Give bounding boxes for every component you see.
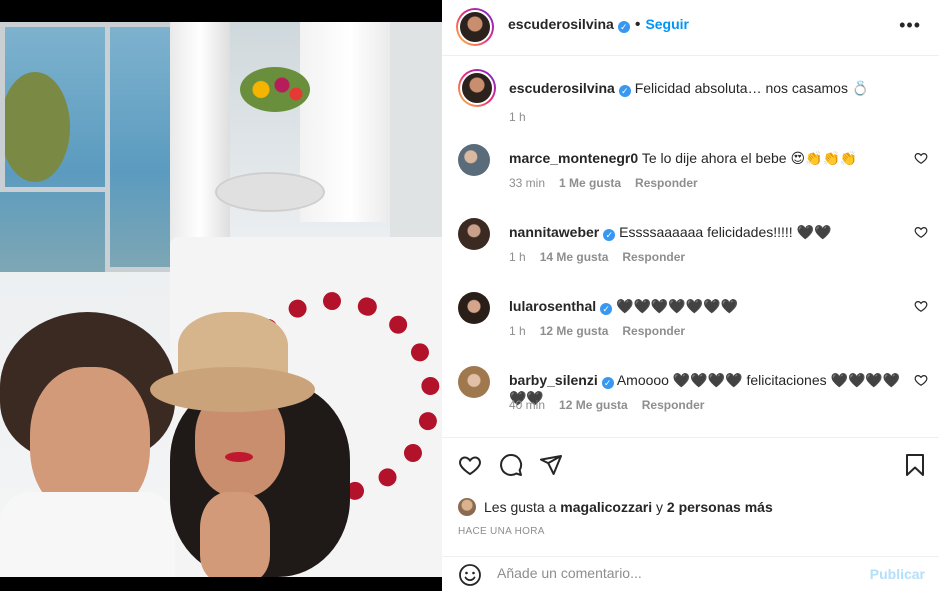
comment-username[interactable]: nannitaweber	[509, 224, 599, 240]
comment-like-heart-icon[interactable]	[914, 225, 928, 239]
comment-username[interactable]: lularosenthal	[509, 298, 596, 314]
commenter-avatar[interactable]	[458, 366, 490, 398]
reply-button[interactable]: Responder	[642, 398, 705, 412]
header-user-line: escuderosilvina ✓ • Seguir	[508, 16, 689, 34]
post-side-panel: escuderosilvina ✓ • Seguir ••• escuderosilv…	[442, 0, 939, 591]
comment-text: 🖤🖤🖤🖤🖤🖤🖤	[616, 298, 739, 314]
liker-avatar	[458, 498, 476, 516]
comment-likes-count[interactable]: 1 Me gusta	[559, 176, 621, 190]
likes-prefix: Les gusta a	[484, 499, 557, 515]
comment-like-heart-icon[interactable]	[914, 151, 928, 165]
author-avatar[interactable]	[456, 8, 494, 46]
photo-woman-smile	[225, 452, 253, 462]
emoji-icon[interactable]	[458, 563, 482, 587]
photo-hat-brim	[150, 367, 315, 412]
post-photo[interactable]	[0, 22, 442, 577]
comment-like-heart-icon[interactable]	[914, 299, 928, 313]
reply-button[interactable]: Responder	[635, 176, 698, 190]
verified-badge-icon: ✓	[601, 377, 614, 389]
comment-likes-count[interactable]: 12 Me gusta	[540, 324, 609, 338]
heart-icon[interactable]	[458, 453, 482, 477]
commenter-avatar[interactable]	[458, 292, 490, 324]
comment-time[interactable]: 1 h	[509, 250, 526, 264]
comment-time[interactable]: 1 h	[509, 324, 526, 338]
reply-button[interactable]: Responder	[622, 250, 685, 264]
header-separator: •	[634, 16, 641, 33]
follow-button[interactable]: Seguir	[645, 16, 689, 32]
verified-badge-icon: ✓	[600, 303, 613, 315]
publish-button[interactable]: Publicar	[870, 566, 925, 582]
comment-text: Essssaaaaaa felicidades!!!!! 🖤🖤	[619, 224, 832, 240]
bookmark-icon[interactable]	[904, 453, 926, 477]
verified-badge-icon: ✓	[617, 21, 630, 33]
comment-like-heart-icon[interactable]	[914, 373, 928, 387]
liker-username[interactable]: magalicozzari	[560, 499, 652, 515]
instagram-post-modal: escuderosilvina ✓ • Seguir ••• escuderosilv…	[0, 0, 939, 591]
comment-username[interactable]: barby_silenzi	[509, 372, 598, 388]
reply-button[interactable]: Responder	[622, 324, 685, 338]
comment-likes-count[interactable]: 12 Me gusta	[559, 398, 628, 412]
commenter-avatar[interactable]	[458, 144, 490, 176]
comment-time[interactable]: 40 min	[509, 398, 545, 412]
comment-icon[interactable]	[499, 453, 523, 477]
verified-badge-icon: ✓	[603, 229, 616, 241]
verified-badge-icon: ✓	[618, 85, 631, 97]
commenter-avatar[interactable]	[458, 218, 490, 250]
comment-meta: 1 h 14 Me gusta Responder	[509, 250, 685, 264]
paper-plane-icon[interactable]	[539, 453, 563, 477]
caption-time[interactable]: 1 h	[509, 110, 526, 124]
comments-section[interactable]: escuderosilvina ✓ Felicidad absoluta… nos…	[442, 57, 939, 437]
comment-meta: 40 min 12 Me gusta Responder	[509, 398, 704, 412]
caption-item: escuderosilvina ✓ Felicidad absoluta… nos…	[458, 69, 928, 129]
caption-author-avatar[interactable]	[458, 69, 496, 107]
photo-side-table	[215, 172, 325, 212]
likes-summary[interactable]: Les gusta a magalicozzari y 2 personas m…	[458, 498, 773, 516]
comment-time[interactable]: 33 min	[509, 176, 545, 190]
caption-text-line: escuderosilvina ✓ Felicidad absoluta… nos…	[509, 79, 909, 97]
photo-window-frame	[0, 22, 110, 192]
comment-item: marce_montenegr0 Te lo dije ahora el beb…	[458, 143, 928, 203]
comment-username[interactable]: marce_montenegr0	[509, 150, 638, 166]
comment-text: Te lo dije ahora el bebe 😍👏👏👏	[641, 150, 858, 166]
likes-others[interactable]: 2 personas más	[667, 499, 773, 515]
comment-meta: 1 h 12 Me gusta Responder	[509, 324, 685, 338]
comment-input[interactable]	[497, 565, 857, 581]
author-username[interactable]: escuderosilvina	[508, 16, 614, 32]
likes-joiner: y	[656, 499, 663, 515]
more-options-icon[interactable]: •••	[899, 15, 921, 36]
comment-text-line: nannitaweber ✓ Essssaaaaaa felicidades!!!…	[509, 223, 909, 241]
comment-likes-count[interactable]: 14 Me gusta	[540, 250, 609, 264]
comment-item: nannitaweber ✓ Essssaaaaaa felicidades!!!…	[458, 217, 928, 277]
caption-username[interactable]: escuderosilvina	[509, 80, 615, 96]
comment-text-line: marce_montenegr0 Te lo dije ahora el beb…	[509, 149, 909, 167]
post-timestamp[interactable]: HACE UNA HORA	[458, 526, 545, 537]
comment-meta: 33 min 1 Me gusta Responder	[509, 176, 698, 190]
photo-man-shirt	[0, 492, 175, 577]
post-photo-container	[0, 0, 442, 591]
comment-text-line: lularosenthal ✓ 🖤🖤🖤🖤🖤🖤🖤	[509, 297, 909, 315]
caption-text: Felicidad absoluta… nos casamos 💍	[634, 80, 870, 96]
post-actions: Les gusta a magalicozzari y 2 personas m…	[442, 437, 939, 555]
photo-ring-hand	[200, 492, 270, 577]
comment-item: lularosenthal ✓ 🖤🖤🖤🖤🖤🖤🖤 1 h 12 Me gusta Res…	[458, 291, 928, 351]
photo-flower-bouquet	[240, 67, 310, 112]
comment-composer: Publicar	[442, 556, 939, 591]
post-header: escuderosilvina ✓ • Seguir •••	[442, 0, 939, 56]
comment-item: barby_silenzi ✓ Amoooo 🖤🖤🖤🖤 felicitacione…	[458, 365, 928, 425]
